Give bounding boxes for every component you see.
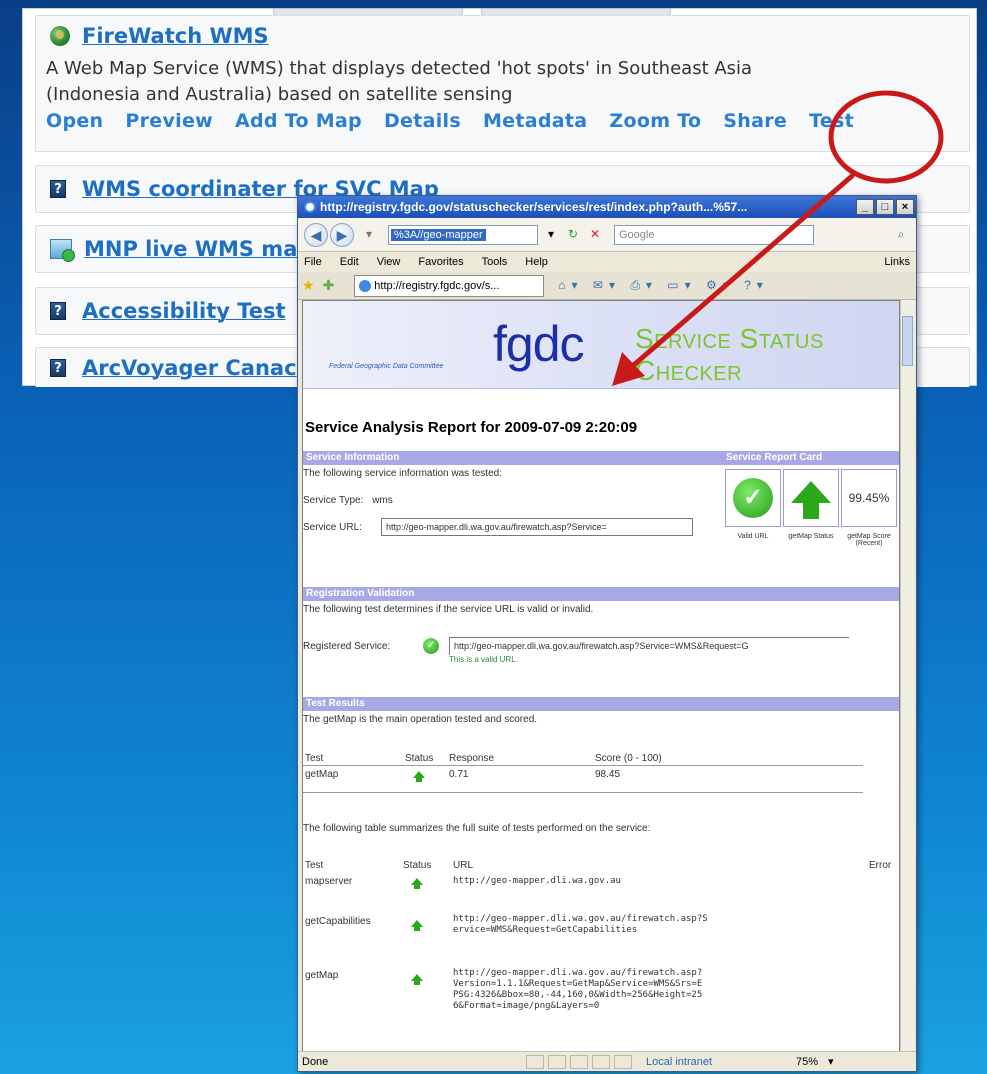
item-title-link[interactable]: ArcVoyager Canac [82, 356, 297, 380]
menu-file[interactable]: File [304, 256, 322, 268]
valid-url-badge: ✓ [725, 469, 781, 527]
section-heading: Service Report Card [723, 451, 899, 465]
catalog-item-firewatch: FireWatch WMS A Web Map Service (WMS) th… [35, 15, 970, 152]
registration-validation-section: Registration Validation The following te… [303, 587, 899, 664]
test-results-section: Test Results The getMap is the main oper… [303, 697, 899, 793]
back-arrow-icon[interactable]: ◀ [304, 222, 328, 247]
address-toolbar: ◀ ▶ ▾ %3A//geo-mapper ▾ ↻ ✕ Google ⌕ [298, 218, 916, 252]
section-heading: Test Results [303, 697, 899, 711]
vertical-scrollbar[interactable] [900, 300, 914, 1053]
up-arrow-icon [413, 771, 425, 782]
service-status-checker-title: Service Status Checker [635, 323, 824, 386]
tab-bar: ★ ✚ http://registry.fgdc.gov/s... ⌂▾ ✉▾ … [298, 272, 916, 300]
action-add-to-map[interactable]: Add To Map [235, 110, 362, 132]
fgdc-banner: fgdc Federal Geographic Data Committee S… [303, 301, 899, 389]
close-button[interactable]: × [896, 199, 914, 215]
service-information-section: Service Information The following servic… [303, 451, 723, 536]
unknown-type-icon: ? [50, 180, 66, 198]
history-dropdown-icon[interactable]: ▾ [360, 226, 378, 244]
favorites-star-icon[interactable]: ★ [302, 277, 315, 294]
minimize-button[interactable]: _ [856, 199, 874, 215]
browser-title: http://registry.fgdc.gov/statuschecker/s… [320, 200, 748, 214]
search-icon[interactable]: ⌕ [892, 226, 910, 244]
menu-bar: File Edit View Favorites Tools Help Link… [298, 252, 916, 272]
unknown-type-icon: ? [50, 302, 66, 320]
section-heading: Registration Validation [303, 587, 899, 601]
address-dropdown-icon[interactable]: ▾ [542, 226, 560, 244]
action-details[interactable]: Details [384, 110, 461, 132]
action-metadata[interactable]: Metadata [483, 110, 587, 132]
table-row: getMap [305, 970, 339, 981]
item-title-link[interactable]: Accessibility Test [82, 299, 286, 323]
up-arrow-icon [411, 878, 423, 889]
summary-section: The following table summarizes the full … [303, 823, 899, 1052]
zoom-level[interactable]: 75% [796, 1056, 818, 1068]
menu-help[interactable]: Help [525, 256, 548, 268]
scroll-thumb[interactable] [902, 316, 913, 366]
address-selected-text: %3A//geo-mapper [391, 228, 486, 241]
stop-icon[interactable]: ✕ [586, 226, 604, 244]
item-title-link[interactable]: MNP live WMS ma [84, 237, 297, 261]
service-url-field[interactable]: http://geo-mapper.dli.wa.gov.au/firewatc… [381, 518, 693, 536]
refresh-icon[interactable]: ↻ [564, 226, 582, 244]
fgdc-subtitle: Federal Geographic Data Committee [329, 363, 444, 370]
command-bar-icons[interactable]: ⌂▾ ✉▾ ⎙▾ ▭▾ ⚙▾ ?▾ [558, 278, 858, 293]
maximize-button[interactable]: □ [876, 199, 894, 215]
menu-edit[interactable]: Edit [340, 256, 359, 268]
table-row: mapserver [305, 876, 353, 887]
top-tabs [273, 1, 803, 16]
action-test[interactable]: Test [809, 110, 854, 132]
menu-favorites[interactable]: Favorites [418, 256, 463, 268]
ie-icon [304, 201, 316, 213]
table-row: getMap [305, 769, 339, 780]
test-results-table: Test Status Response Score (0 - 100) get… [303, 753, 863, 793]
checkmark-icon: ✓ [733, 478, 773, 518]
report-page: fgdc Federal Geographic Data Committee S… [302, 300, 900, 1053]
getmap-score-badge: 99.45% [841, 469, 897, 527]
browser-titlebar: http://registry.fgdc.gov/statuschecker/s… [298, 196, 916, 218]
valid-checkmark-icon: ✓ [423, 638, 439, 654]
search-input[interactable]: Google [614, 224, 814, 245]
globe-icon [50, 26, 70, 46]
action-zoom-to[interactable]: Zoom To [609, 110, 701, 132]
item-title-link[interactable]: FireWatch WMS [82, 24, 269, 48]
address-field[interactable]: %3A//geo-mapper [388, 224, 538, 245]
item-actions: Open Preview Add To Map Details Metadata Zoom… [36, 108, 969, 132]
action-share[interactable]: Share [723, 110, 787, 132]
report-card-section: Service Report Card ✓ 99.45% Valid URL g… [723, 451, 899, 581]
security-zone: Local intranet [646, 1055, 713, 1068]
up-arrow-icon [411, 920, 423, 931]
action-open[interactable]: Open [46, 110, 103, 132]
summary-table: Test Status URL Error mapserver http://g… [305, 860, 892, 1011]
table-row: getCapabilities [305, 916, 371, 927]
browser-tab[interactable]: http://registry.fgdc.gov/s... [354, 274, 545, 297]
up-arrow-icon [411, 974, 423, 985]
live-service-icon [50, 239, 75, 262]
page-icon [359, 279, 372, 292]
unknown-type-icon: ? [50, 359, 66, 377]
action-preview[interactable]: Preview [125, 110, 213, 132]
report-title: Service Analysis Report for 2009-07-09 2… [305, 419, 638, 436]
browser-window: http://registry.fgdc.gov/statuschecker/s… [297, 195, 917, 1072]
status-bar: Done Local intranet 75% ▾ [298, 1051, 916, 1071]
add-favorite-icon[interactable]: ✚ [323, 277, 335, 294]
section-heading: Service Information [303, 451, 723, 465]
zoom-dropdown-icon[interactable]: ▾ [828, 1055, 834, 1068]
fgdc-logo: fgdc [493, 316, 585, 372]
up-arrow-icon [791, 481, 831, 519]
tab-title: http://registry.fgdc.gov/s... [374, 279, 500, 292]
menu-view[interactable]: View [377, 256, 401, 268]
registered-url-field[interactable]: http://geo-mapper.dli.wa.gov.au/firewatc… [449, 637, 849, 655]
forward-arrow-icon[interactable]: ▶ [330, 222, 354, 247]
item-description: A Web Map Service (WMS) that displays de… [46, 58, 753, 105]
menu-tools[interactable]: Tools [482, 256, 508, 268]
status-text: Done [302, 1055, 329, 1068]
links-menu[interactable]: Links [884, 256, 910, 268]
getmap-status-badge [783, 469, 839, 527]
